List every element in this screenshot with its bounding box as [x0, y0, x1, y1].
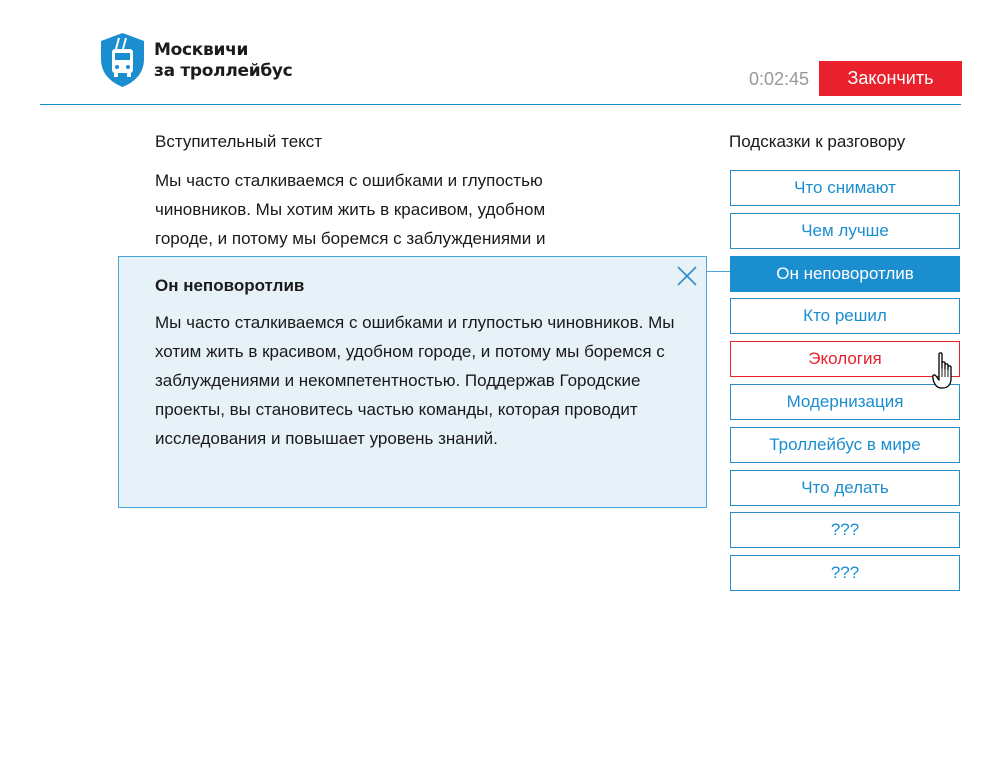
hint-button[interactable]: ??? [730, 555, 960, 592]
intro-text: Мы часто сталкиваемся с ошибками и глупо… [155, 171, 546, 248]
hint-button[interactable]: Чем лучше [730, 212, 960, 249]
popup-title: Он неповоротлив [155, 276, 305, 295]
hints-title: Подсказки к разговору [729, 132, 906, 151]
popup-connector [706, 271, 731, 272]
app-logo: Москвичи за троллейбус [99, 32, 293, 88]
hint-button[interactable]: Экология [730, 341, 960, 378]
hand-pointer-icon [932, 352, 952, 389]
hint-button[interactable]: ??? [730, 512, 960, 549]
hint-button[interactable]: Троллейбус в мире [730, 426, 960, 463]
logo-line-2: за троллейбус [154, 61, 293, 81]
hint-button[interactable]: Модернизация [730, 383, 960, 420]
hint-button[interactable]: Что снимают [730, 170, 960, 206]
header-divider [40, 104, 961, 105]
hint-popup: Он неповоротлив Мы часто сталкиваемся с … [118, 256, 707, 508]
trolleybus-shield-icon [101, 33, 144, 87]
hint-button[interactable]: Что делать [730, 469, 960, 506]
popup-body: Мы часто сталкиваемся с ошибками и глупо… [155, 313, 675, 448]
logo-text: Москвичи за троллейбус [154, 40, 293, 82]
hint-button[interactable]: Кто решил [730, 298, 960, 335]
session-timer: 0:02:45 [748, 69, 809, 89]
finish-button[interactable]: Закончить [819, 61, 962, 96]
logo-line-1: Москвичи [154, 40, 249, 60]
close-icon[interactable] [676, 265, 698, 287]
hint-button[interactable]: Он неповоротлив [730, 255, 960, 292]
hints-list: Что снимают Чем лучше Он неповоротлив Кт… [730, 170, 960, 598]
intro-title: Вступительный текст [155, 132, 323, 151]
